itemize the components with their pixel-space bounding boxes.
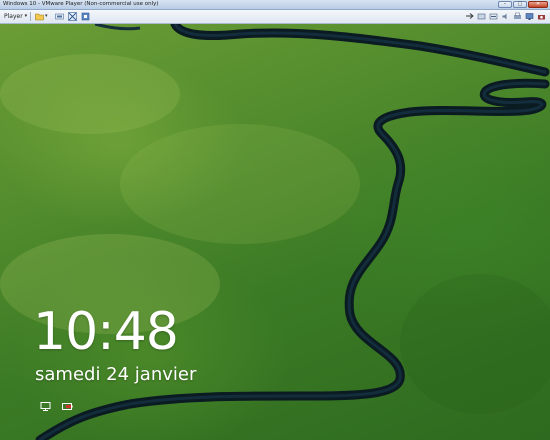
lock-screen-date: samedi 24 janvier xyxy=(35,364,197,385)
vmware-toolbar: Player ▾ ▾ xyxy=(0,10,550,24)
device-icons xyxy=(465,12,546,21)
camera-icon[interactable] xyxy=(537,12,546,21)
fullscreen-icon[interactable] xyxy=(68,12,77,21)
toolbar-divider xyxy=(30,12,31,21)
network-icon[interactable] xyxy=(465,12,474,21)
printer-icon[interactable] xyxy=(513,12,522,21)
window-title: Windows 10 - VMware Player (Non-commerci… xyxy=(3,1,159,7)
chevron-down-icon[interactable]: ▾ xyxy=(45,12,48,21)
network-status-icon xyxy=(40,402,51,411)
chevron-down-icon: ▾ xyxy=(24,13,28,19)
lock-screen-time: 10:48 xyxy=(33,302,179,362)
maximize-button[interactable]: □ xyxy=(513,1,527,8)
window-controls: – □ ✕ xyxy=(498,1,548,8)
unity-icon[interactable] xyxy=(81,12,90,21)
window-titlebar: Windows 10 - VMware Player (Non-commerci… xyxy=(0,0,550,10)
sound-icon[interactable] xyxy=(501,12,510,21)
send-ctrl-alt-del-icon[interactable] xyxy=(55,12,64,21)
player-menu-label: Player xyxy=(4,13,23,20)
close-button[interactable]: ✕ xyxy=(528,1,548,8)
lock-screen[interactable]: 10:48 samedi 24 janvier xyxy=(0,24,550,440)
player-menu[interactable]: Player ▾ xyxy=(4,12,27,21)
minimize-button[interactable]: – xyxy=(498,1,512,8)
cd-icon[interactable] xyxy=(489,12,498,21)
display-icon[interactable] xyxy=(525,12,534,21)
folder-icon[interactable] xyxy=(35,12,44,21)
battery-status-icon xyxy=(62,403,73,410)
usb-icon[interactable] xyxy=(477,12,486,21)
